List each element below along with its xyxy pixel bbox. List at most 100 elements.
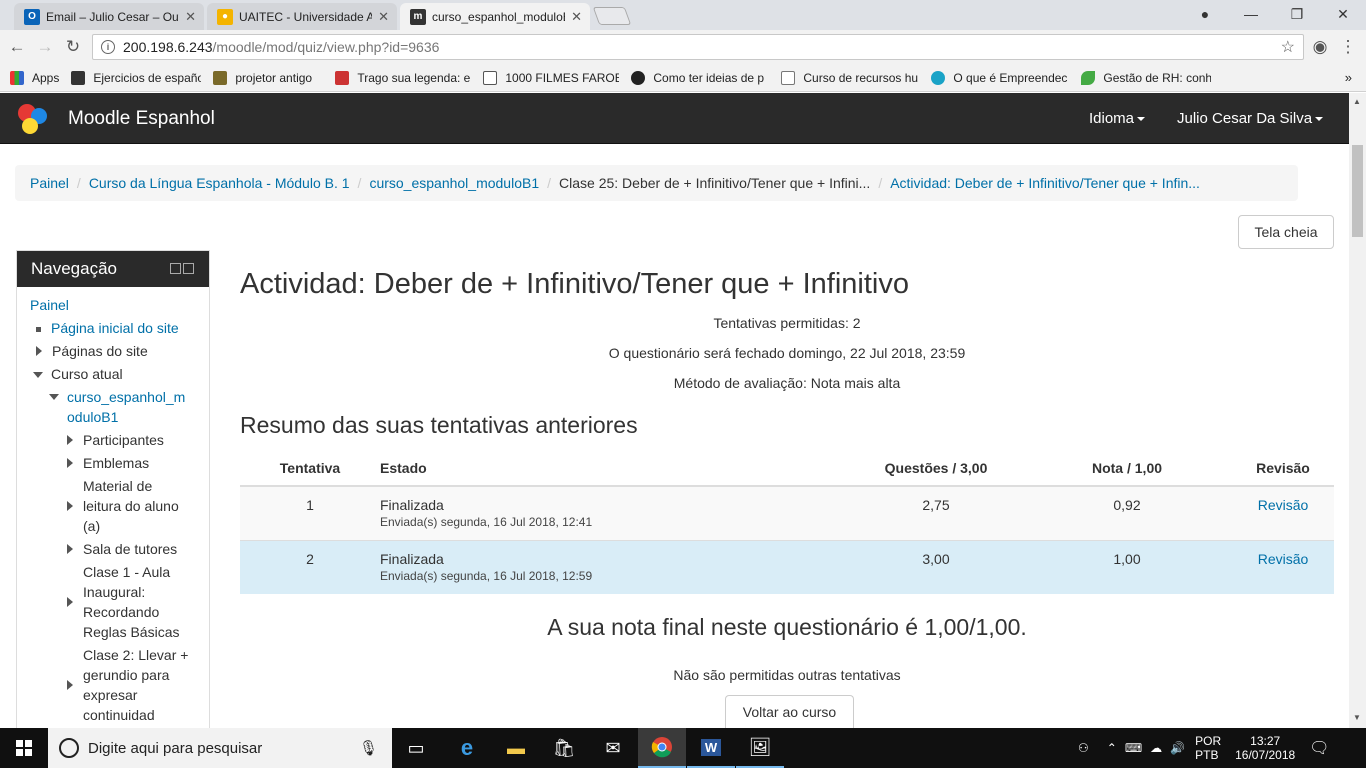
people-icon[interactable]: ⚇ bbox=[1078, 741, 1089, 755]
close-icon[interactable]: ✕ bbox=[378, 9, 389, 25]
extension-icon[interactable]: ◉ bbox=[1309, 36, 1331, 58]
col-state: Estado bbox=[380, 451, 850, 487]
nav-item-site-pages[interactable]: Páginas do site bbox=[36, 341, 148, 361]
url-field[interactable]: i 200.198.6.243/moodle/mod/quiz/view.php… bbox=[92, 34, 1304, 60]
breadcrumb-painel[interactable]: Painel bbox=[30, 175, 69, 191]
site-name[interactable]: Moodle Espanhol bbox=[68, 108, 215, 130]
attempt-state: Finalizada Enviada(s) segunda, 16 Jul 201… bbox=[380, 540, 850, 594]
submitted-date: Enviada(s) segunda, 16 Jul 2018, 12:41 bbox=[380, 515, 593, 529]
chrome-icon[interactable] bbox=[638, 728, 686, 768]
nav-item-home[interactable]: Página inicial do site bbox=[36, 318, 179, 338]
collapse-block-icon[interactable] bbox=[170, 263, 181, 274]
attempt-number: 1 bbox=[240, 486, 380, 541]
url-path: /moodle/mod/quiz/view.php?id=9636 bbox=[212, 39, 440, 55]
photos-icon[interactable]: 🖼 bbox=[736, 728, 784, 768]
clock[interactable]: 13:27 16/07/2018 bbox=[1235, 734, 1295, 762]
close-icon[interactable]: ✕ bbox=[185, 9, 196, 25]
edge-icon[interactable]: e bbox=[443, 728, 491, 768]
back-icon[interactable]: ← bbox=[6, 36, 28, 58]
bookmark-favicon-icon bbox=[335, 70, 350, 85]
scrollbar-thumb[interactable] bbox=[1352, 145, 1363, 237]
breadcrumb-course-short[interactable]: curso_espanhol_moduloB1 bbox=[369, 175, 539, 191]
word-icon[interactable]: W bbox=[687, 728, 735, 768]
windows-start-icon[interactable] bbox=[0, 728, 48, 768]
bookmarks-overflow-button[interactable]: » bbox=[1345, 70, 1352, 85]
nav-item-painel[interactable]: Painel bbox=[30, 295, 69, 315]
expand-arrow-icon bbox=[67, 680, 73, 690]
uaitec-icon: ● bbox=[217, 8, 233, 25]
expand-arrow-icon bbox=[67, 597, 73, 607]
language-indicator[interactable]: POR PTB bbox=[1195, 734, 1221, 762]
maximize-icon[interactable]: ❐ bbox=[1274, 0, 1320, 28]
fullscreen-button[interactable]: Tela cheia bbox=[1238, 215, 1334, 249]
apps-grid-icon bbox=[10, 70, 24, 85]
keyboard-icon[interactable]: ⌨ bbox=[1125, 741, 1142, 755]
store-icon[interactable]: 🛍 bbox=[540, 728, 588, 768]
scroll-up-icon[interactable]: ▲ bbox=[1353, 97, 1361, 106]
minimize-icon[interactable]: — bbox=[1228, 0, 1274, 28]
bookmark-item[interactable]: projetor antigo bbox=[213, 70, 323, 85]
dock-block-icon[interactable] bbox=[183, 263, 194, 274]
nav-item-current-course[interactable]: Curso atual bbox=[33, 364, 123, 384]
chevron-up-icon[interactable]: ⌃ bbox=[1107, 741, 1117, 755]
attempt-marks: 2,75 bbox=[850, 486, 1022, 541]
review-link[interactable]: Revisão bbox=[1258, 497, 1309, 513]
bookmark-item[interactable]: Trago sua legenda: e bbox=[335, 70, 471, 85]
action-center-icon[interactable]: 🗨 bbox=[1309, 738, 1329, 758]
language-menu[interactable]: Idioma bbox=[1089, 110, 1146, 127]
browser-tab-email[interactable]: O Email – Julio Cesar – Outl ✕ bbox=[14, 3, 204, 30]
page-scrollbar[interactable]: ▲ ▼ bbox=[1349, 93, 1366, 728]
address-bar-row: ← → ↻ i 200.198.6.243/moodle/mod/quiz/vi… bbox=[0, 30, 1366, 64]
new-tab-button[interactable] bbox=[592, 7, 632, 25]
col-attempt: Tentativa bbox=[240, 451, 380, 487]
bookmark-favicon-icon bbox=[213, 70, 228, 85]
attempt-marks: 3,00 bbox=[850, 540, 1022, 594]
user-menu[interactable]: Julio Cesar Da Silva bbox=[1177, 110, 1324, 127]
table-row: 1 Finalizada Enviada(s) segunda, 16 Jul 2… bbox=[240, 486, 1334, 541]
nav-item-badges[interactable]: Emblemas bbox=[67, 453, 149, 473]
navigation-block: Navegação Painel Página inicial do site … bbox=[16, 250, 210, 728]
profile-icon[interactable]: ● bbox=[1182, 0, 1228, 28]
bookmark-item[interactable]: Como ter ideias de p bbox=[631, 70, 769, 85]
bookmark-item[interactable]: Ejercicios de español bbox=[71, 70, 201, 85]
network-icon[interactable]: ☁ bbox=[1150, 741, 1162, 755]
volume-icon[interactable]: 🔊 bbox=[1170, 741, 1185, 755]
attempt-grade: 0,92 bbox=[1022, 486, 1232, 541]
task-view-icon[interactable]: ▭ bbox=[392, 728, 440, 768]
bookmark-star-icon[interactable]: ☆ bbox=[1281, 37, 1295, 57]
col-grade: Nota / 1,00 bbox=[1022, 451, 1232, 487]
bookmarks-bar: Apps Ejercicios de español projetor anti… bbox=[0, 64, 1366, 92]
nav-item-participants[interactable]: Participantes bbox=[67, 430, 164, 450]
back-to-course-button[interactable]: Voltar ao curso bbox=[725, 695, 854, 728]
microphone-icon[interactable]: 🎙 bbox=[359, 739, 378, 757]
breadcrumb-course[interactable]: Curso da Língua Espanhola - Módulo B. 1 bbox=[89, 175, 350, 191]
taskbar-search-input[interactable]: Digite aqui para pesquisar 🎙 bbox=[48, 728, 392, 768]
bookmark-item[interactable]: Curso de recursos hu bbox=[781, 70, 919, 85]
nav-item-tutors[interactable]: Sala de tutores bbox=[67, 539, 177, 559]
browser-tab-uaitec[interactable]: ● UAITEC - Universidade At ✕ bbox=[207, 3, 397, 30]
close-window-icon[interactable]: ✕ bbox=[1320, 0, 1366, 28]
bookmark-item[interactable]: Gestão de RH: conhe bbox=[1081, 70, 1211, 85]
scroll-down-icon[interactable]: ▼ bbox=[1353, 713, 1361, 722]
breadcrumb-section[interactable]: Clase 25: Deber de + Infinitivo/Tener qu… bbox=[559, 175, 870, 191]
outlook-icon: O bbox=[24, 8, 40, 25]
submitted-date: Enviada(s) segunda, 16 Jul 2018, 12:59 bbox=[380, 568, 593, 583]
mail-icon[interactable]: ✉ bbox=[589, 728, 637, 768]
browser-tab-bar: O Email – Julio Cesar – Outl ✕ ● UAITEC … bbox=[0, 0, 1366, 30]
file-explorer-icon[interactable]: ▬ bbox=[492, 728, 540, 768]
breadcrumb-activity[interactable]: Actividad: Deber de + Infinitivo/Tener q… bbox=[890, 175, 1200, 191]
close-icon[interactable]: ✕ bbox=[571, 9, 582, 25]
moodle-logo-icon[interactable] bbox=[16, 102, 50, 136]
chrome-menu-icon[interactable]: ⋮ bbox=[1337, 36, 1359, 58]
browser-tab-moodle[interactable]: m curso_espanhol_moduloB ✕ bbox=[400, 3, 590, 30]
review-link[interactable]: Revisão bbox=[1258, 551, 1309, 567]
navigation-block-title: Navegação bbox=[31, 259, 118, 278]
reload-icon[interactable]: ↻ bbox=[62, 36, 84, 58]
bookmark-favicon-icon bbox=[631, 70, 646, 85]
bookmark-item[interactable]: O que é Empreendec bbox=[931, 70, 1069, 85]
table-row: 2 Finalizada Enviada(s) segunda, 16 Jul 2… bbox=[240, 540, 1334, 594]
info-icon[interactable]: i bbox=[101, 40, 115, 54]
forward-icon[interactable]: → bbox=[34, 36, 56, 58]
bookmark-apps[interactable]: Apps bbox=[10, 70, 59, 85]
bookmark-item[interactable]: 1000 FILMES FAROES bbox=[483, 70, 619, 85]
